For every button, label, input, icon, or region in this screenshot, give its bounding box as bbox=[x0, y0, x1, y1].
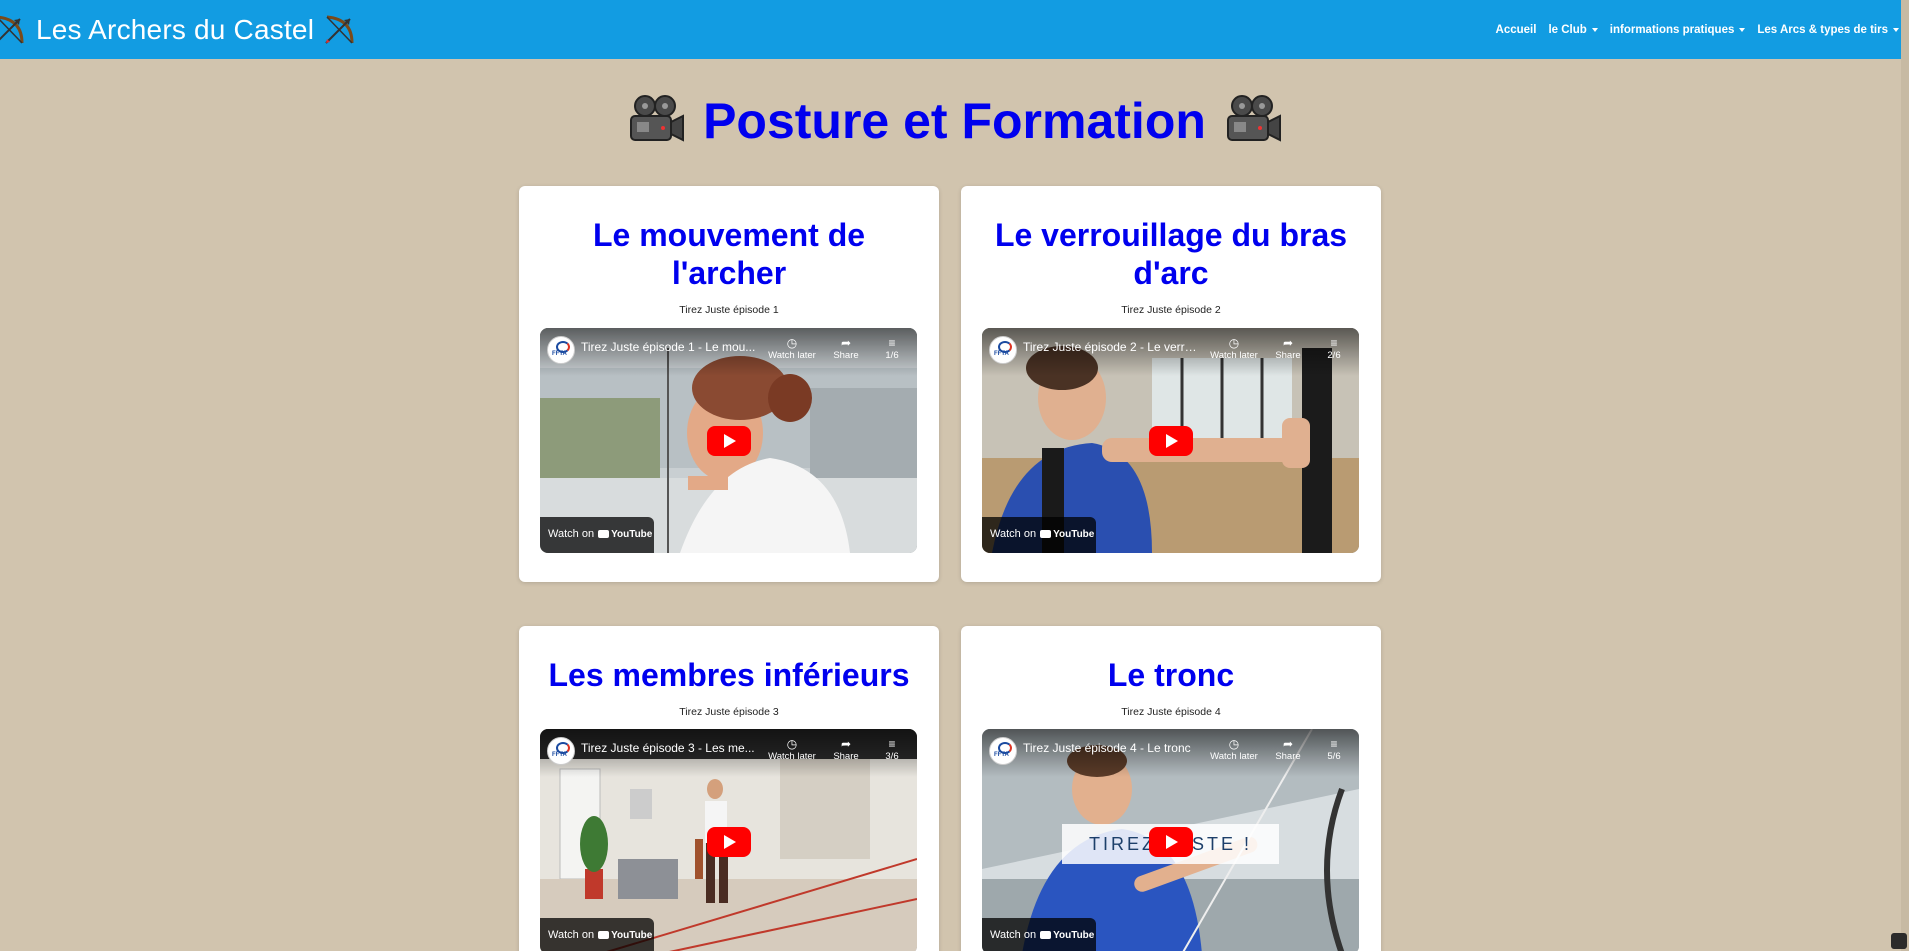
youtube-embed[interactable]: Tirez Juste épisode 1 - Le mou... ◷Watch… bbox=[540, 328, 917, 553]
play-button[interactable] bbox=[706, 425, 751, 456]
action-label: Share bbox=[1275, 350, 1301, 361]
watch-on-label: Watch on bbox=[990, 528, 1037, 540]
youtube-logo: YouTube bbox=[1040, 930, 1094, 941]
action-label: Watch later bbox=[1210, 751, 1258, 762]
video-card: Les membres inférieurs Tirez Juste épiso… bbox=[519, 626, 939, 951]
bow-arrow-icon bbox=[325, 15, 354, 44]
watch-on-youtube[interactable]: Watch on YouTube bbox=[540, 918, 654, 951]
card-subtitle: Tirez Juste épisode 4 bbox=[1121, 706, 1221, 718]
top-navbar: Les Archers du Castel Accueil le Club in… bbox=[0, 0, 1909, 59]
action-label: Watch later bbox=[1210, 350, 1258, 361]
clock-icon: ◷ bbox=[786, 336, 798, 350]
playlist-button[interactable]: ≡ 3/6 bbox=[862, 737, 917, 762]
nav-link-arcs-types-tirs[interactable]: Les Arcs & types de tirs bbox=[1757, 24, 1899, 36]
watch-later-button[interactable]: ◷ Watch later bbox=[1204, 737, 1264, 762]
nav-link-label: le Club bbox=[1548, 23, 1587, 36]
play-button[interactable] bbox=[706, 826, 751, 857]
clock-icon: ◷ bbox=[1228, 336, 1240, 350]
nav-link-informations-pratiques[interactable]: informations pratiques bbox=[1610, 24, 1746, 36]
card-subtitle: Tirez Juste épisode 1 bbox=[679, 304, 779, 316]
nav-link-le-club[interactable]: le Club bbox=[1548, 23, 1598, 36]
nav-links: Accueil le Club informations pratiques L… bbox=[1484, 24, 1899, 36]
card-title: Les membres inférieurs bbox=[548, 657, 910, 693]
action-label: Share bbox=[833, 751, 859, 762]
action-label: Share bbox=[833, 350, 859, 361]
playlist-position: 1/6 bbox=[885, 350, 899, 361]
action-label: Watch later bbox=[768, 751, 816, 762]
youtube-embed[interactable]: Tirez Juste épisode 2 - Le verro... ◷Wat… bbox=[982, 328, 1359, 553]
card-title: Le verrouillage du bras d'arc bbox=[994, 217, 1348, 291]
video-title[interactable]: Tirez Juste épisode 2 - Le verro... bbox=[1023, 340, 1201, 354]
watch-on-youtube[interactable]: Watch on YouTube bbox=[982, 918, 1096, 951]
play-button[interactable] bbox=[1148, 826, 1193, 857]
youtube-embed[interactable]: Tirez Juste épisode 3 - Les me... ◷Watch… bbox=[540, 729, 917, 951]
card-title: Le mouvement de l'archer bbox=[592, 217, 866, 291]
corner-widget-icon[interactable] bbox=[1891, 933, 1907, 949]
watch-later-button[interactable]: ◷ Watch later bbox=[762, 336, 822, 361]
movie-camera-icon bbox=[630, 95, 685, 142]
youtube-embed[interactable]: TIREZ JUSTE ! Tirez Juste épisode 4 - Le… bbox=[982, 729, 1359, 951]
brand-title[interactable]: Les Archers du Castel bbox=[36, 14, 314, 46]
playlist-icon: ≡ bbox=[1330, 737, 1338, 751]
caret-down-icon bbox=[1591, 27, 1598, 32]
channel-avatar[interactable] bbox=[547, 737, 575, 765]
nav-link-label: informations pratiques bbox=[1609, 23, 1735, 36]
playlist-position: 3/6 bbox=[885, 751, 899, 762]
watch-on-label: Watch on bbox=[990, 929, 1037, 941]
video-card: Le mouvement de l'archer Tirez Juste épi… bbox=[519, 186, 939, 582]
video-title[interactable]: Tirez Juste épisode 3 - Les me... bbox=[581, 741, 759, 755]
video-title[interactable]: Tirez Juste épisode 4 - Le tronc bbox=[1023, 741, 1201, 755]
page-title-text: Posture et Formation bbox=[703, 93, 1206, 149]
action-label: Share bbox=[1275, 751, 1301, 762]
playlist-icon: ≡ bbox=[1330, 336, 1338, 350]
caret-down-icon bbox=[1893, 27, 1899, 32]
playlist-button[interactable]: ≡ 5/6 bbox=[1304, 737, 1359, 762]
clock-icon: ◷ bbox=[1228, 737, 1240, 751]
page-title: Posture et Formation bbox=[0, 92, 1909, 150]
card-title: Le tronc bbox=[1107, 657, 1235, 693]
watch-later-button[interactable]: ◷ Watch later bbox=[1204, 336, 1264, 361]
clock-icon: ◷ bbox=[786, 737, 798, 751]
action-label: Watch later bbox=[768, 350, 816, 361]
channel-avatar[interactable] bbox=[547, 336, 575, 364]
bow-arrow-icon bbox=[0, 15, 24, 44]
playlist-position: 5/6 bbox=[1327, 751, 1341, 762]
youtube-logo: YouTube bbox=[598, 930, 652, 941]
movie-camera-icon bbox=[1226, 95, 1281, 142]
youtube-logo: YouTube bbox=[1040, 529, 1094, 540]
nav-link-label: Les Arcs & types de tirs bbox=[1757, 23, 1888, 36]
caret-down-icon bbox=[1739, 27, 1746, 32]
playlist-position: 2/6 bbox=[1327, 350, 1341, 361]
playlist-button[interactable]: ≡ 2/6 bbox=[1304, 336, 1359, 361]
watch-on-label: Watch on bbox=[548, 528, 595, 540]
card-subtitle: Tirez Juste épisode 3 bbox=[679, 706, 779, 718]
watch-on-youtube[interactable]: Watch on YouTube bbox=[982, 517, 1096, 553]
watch-on-youtube[interactable]: Watch on YouTube bbox=[540, 517, 654, 553]
video-card: Le verrouillage du bras d'arc Tirez Just… bbox=[961, 186, 1381, 582]
channel-avatar[interactable] bbox=[989, 737, 1017, 765]
watch-later-button[interactable]: ◷ Watch later bbox=[762, 737, 822, 762]
nav-link-label: Accueil bbox=[1495, 23, 1537, 36]
playlist-button[interactable]: ≡ 1/6 bbox=[862, 336, 917, 361]
nav-link-accueil[interactable]: Accueil bbox=[1496, 24, 1537, 36]
playlist-icon: ≡ bbox=[888, 737, 896, 751]
play-button[interactable] bbox=[1148, 425, 1193, 456]
video-title[interactable]: Tirez Juste épisode 1 - Le mou... bbox=[581, 340, 759, 354]
card-subtitle: Tirez Juste épisode 2 bbox=[1121, 304, 1221, 316]
youtube-logo: YouTube bbox=[598, 529, 652, 540]
watch-on-label: Watch on bbox=[548, 929, 595, 941]
brand[interactable]: Les Archers du Castel bbox=[0, 0, 356, 59]
video-card: Le tronc Tirez Juste épisode 4 TIREZ JUS… bbox=[961, 626, 1381, 951]
playlist-icon: ≡ bbox=[888, 336, 896, 350]
channel-avatar[interactable] bbox=[989, 336, 1017, 364]
